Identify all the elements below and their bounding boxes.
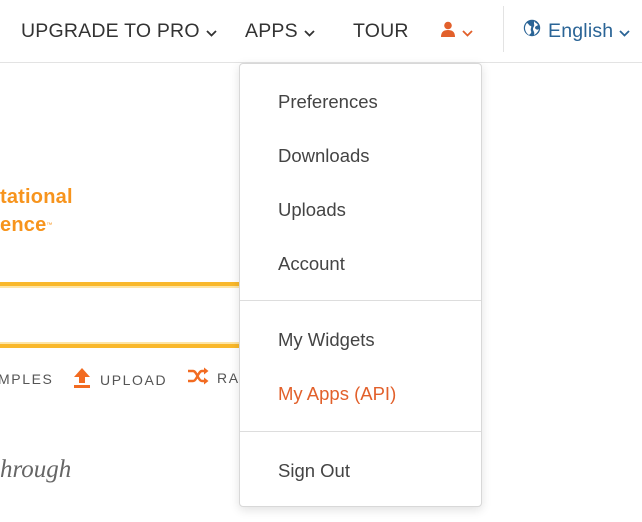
hero-title: tational ence™ <box>0 183 73 240</box>
upgrade-label: UPGRADE TO PRO <box>21 19 200 42</box>
language-selector[interactable]: English <box>523 0 630 62</box>
apps-menu[interactable]: APPS <box>245 0 315 62</box>
search-input[interactable] <box>0 282 245 348</box>
upload-link[interactable]: UPLOAD <box>72 367 167 392</box>
language-label: English <box>548 19 614 42</box>
hero-title-line2: ence <box>0 214 47 236</box>
menu-item-sign-out[interactable]: Sign Out <box>278 456 350 486</box>
menu-divider <box>240 431 481 432</box>
upload-icon <box>72 367 100 392</box>
globe-icon <box>523 19 541 43</box>
apps-label: APPS <box>245 19 298 42</box>
shuffle-icon <box>187 367 217 388</box>
chevron-down-icon <box>462 20 473 43</box>
upload-label: UPLOAD <box>100 371 168 388</box>
examples-link[interactable]: MPLES <box>0 371 53 387</box>
tour-label: TOUR <box>353 19 409 42</box>
user-menu[interactable] <box>440 0 473 62</box>
upgrade-to-pro-menu[interactable]: UPGRADE TO PRO <box>21 0 217 62</box>
user-icon <box>440 20 456 43</box>
menu-item-preferences[interactable]: Preferences <box>278 87 378 117</box>
tagline: hrough <box>0 456 72 483</box>
trademark: ™ <box>46 222 53 229</box>
examples-label: MPLES <box>0 371 54 387</box>
tour-link[interactable]: TOUR <box>353 0 409 62</box>
top-navigation: UPGRADE TO PRO APPS TOUR English <box>0 0 642 63</box>
menu-item-uploads[interactable]: Uploads <box>278 195 346 225</box>
menu-item-my-widgets[interactable]: My Widgets <box>278 325 375 355</box>
nav-divider <box>503 6 504 52</box>
chevron-down-icon <box>619 20 630 43</box>
random-label: RA <box>217 369 240 386</box>
chevron-down-icon <box>304 20 315 43</box>
menu-item-downloads[interactable]: Downloads <box>278 141 370 171</box>
chevron-down-icon <box>206 20 217 43</box>
hero-title-line1: tational <box>0 186 73 208</box>
random-link[interactable]: RA <box>187 367 240 388</box>
user-dropdown-menu: Preferences Downloads Uploads Account My… <box>239 63 482 507</box>
menu-item-account[interactable]: Account <box>278 249 345 279</box>
menu-divider <box>240 300 481 301</box>
menu-item-my-apps-api[interactable]: My Apps (API) <box>278 379 396 409</box>
